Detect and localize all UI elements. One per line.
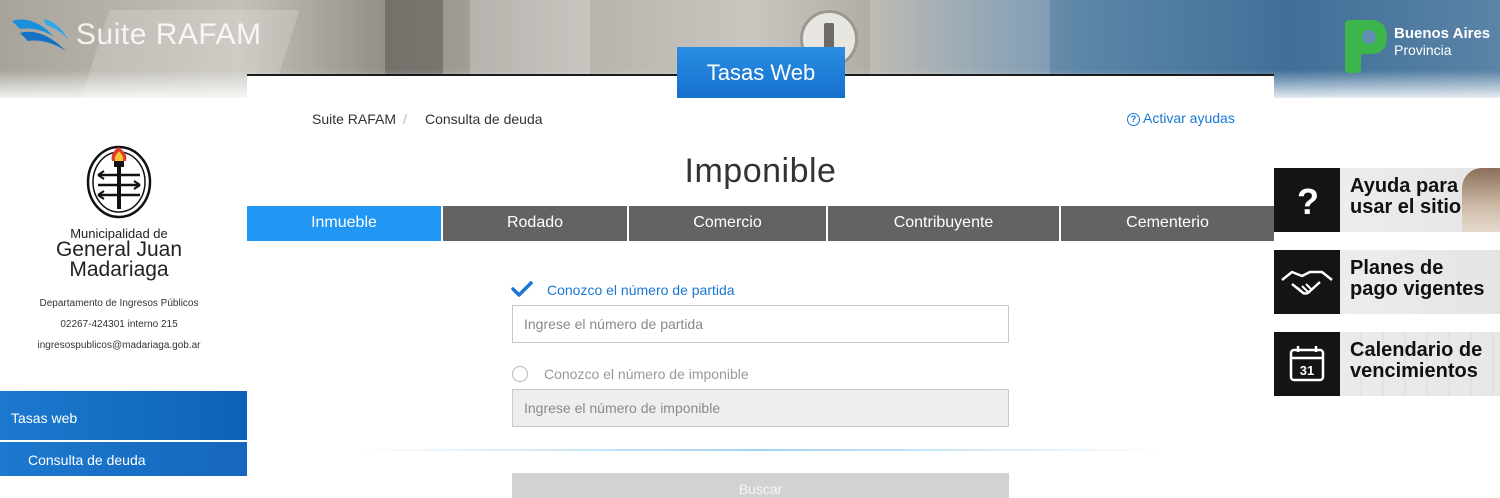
breadcrumb-root[interactable]: Suite RAFAM bbox=[312, 111, 396, 127]
option-imponible-label[interactable]: Conozco el número de imponible bbox=[544, 366, 749, 382]
promo-help-text: Ayuda para usar el sitio bbox=[1350, 176, 1461, 218]
promo-calendar-line2: vencimientos bbox=[1350, 360, 1478, 382]
tab-contribuyente[interactable]: Contribuyente bbox=[828, 206, 1061, 241]
checkmark-icon[interactable] bbox=[511, 281, 533, 297]
promo-calendar-line1: Calendario de bbox=[1350, 339, 1483, 361]
page-title: Imponible bbox=[684, 152, 837, 190]
help-toggle-link[interactable]: ? Activar ayudas bbox=[1127, 110, 1235, 126]
calendar-icon-number: 31 bbox=[1300, 363, 1314, 378]
promo-help-line2: usar el sitio bbox=[1350, 196, 1462, 218]
sidebar-item-consulta-de-deuda[interactable]: Consulta de deuda bbox=[0, 442, 247, 476]
help-toggle-label: Activar ayudas bbox=[1143, 110, 1235, 126]
suite-title[interactable]: Suite RAFAM bbox=[76, 18, 262, 52]
municipality-name: General Juan Madariaga bbox=[0, 238, 238, 281]
option-imponible-radio[interactable] bbox=[512, 366, 528, 382]
municipality-name-line1: General Juan bbox=[55, 238, 183, 261]
promo-calendar-text: Calendario de vencimientos bbox=[1350, 340, 1482, 382]
tab-rodado[interactable]: Rodado bbox=[443, 206, 629, 241]
promo-help-photo bbox=[1462, 168, 1500, 232]
tab-cementerio[interactable]: Cementerio bbox=[1061, 206, 1274, 241]
calendar-icon: 31 bbox=[1274, 332, 1340, 396]
breadcrumb-current: Consulta de deuda bbox=[425, 111, 543, 127]
promo-payment-plans-line1: Planes de bbox=[1350, 257, 1444, 279]
form-divider bbox=[355, 449, 1165, 451]
municipality-crest-icon bbox=[86, 145, 152, 219]
sidebar-item-tasas-web[interactable]: Tasas web bbox=[0, 391, 247, 440]
tab-inmueble[interactable]: Inmueble bbox=[247, 206, 443, 241]
buenos-aires-logo-icon[interactable] bbox=[1341, 18, 1389, 74]
imponible-input[interactable] bbox=[512, 389, 1009, 427]
option-partida-label[interactable]: Conozco el número de partida bbox=[547, 282, 735, 298]
promo-help-line1: Ayuda para bbox=[1350, 175, 1459, 197]
contact-email[interactable]: ingresospublicos@madariaga.gob.ar bbox=[0, 340, 238, 351]
promo-help[interactable]: ? Ayuda para usar el sitio bbox=[1274, 168, 1500, 232]
category-tabs: Inmueble Rodado Comercio Contribuyente C… bbox=[247, 206, 1274, 241]
app-tag: Tasas Web bbox=[677, 47, 845, 98]
promo-payment-plans[interactable]: Planes de pago vigentes bbox=[1274, 250, 1500, 314]
province-title: Buenos Aires bbox=[1394, 25, 1491, 42]
municipality-name-line2: Madariaga bbox=[69, 258, 169, 281]
search-button[interactable]: Buscar bbox=[512, 473, 1009, 498]
promo-payment-plans-line2: pago vigentes bbox=[1350, 278, 1485, 300]
handshake-icon bbox=[1274, 250, 1340, 314]
question-icon: ? bbox=[1274, 168, 1340, 232]
breadcrumb-separator: / bbox=[403, 111, 407, 127]
main-panel bbox=[247, 74, 1274, 498]
partida-input[interactable] bbox=[512, 305, 1009, 343]
suite-rafam-logo-icon[interactable] bbox=[10, 15, 74, 53]
tab-comercio[interactable]: Comercio bbox=[629, 206, 828, 241]
svg-text:?: ? bbox=[1297, 181, 1319, 222]
help-question-icon: ? bbox=[1127, 113, 1140, 126]
contact-phone: 02267-424301 interno 215 bbox=[60, 319, 178, 330]
page: Suite RAFAM Buenos Aires Provincia Munic… bbox=[0, 0, 1500, 498]
department-name: Departamento de Ingresos Públicos bbox=[39, 298, 199, 309]
province-subtitle: Provincia bbox=[1394, 42, 1452, 58]
promo-calendar[interactable]: 31 Calendario de vencimientos bbox=[1274, 332, 1500, 396]
promo-payment-plans-text: Planes de pago vigentes bbox=[1350, 258, 1484, 300]
